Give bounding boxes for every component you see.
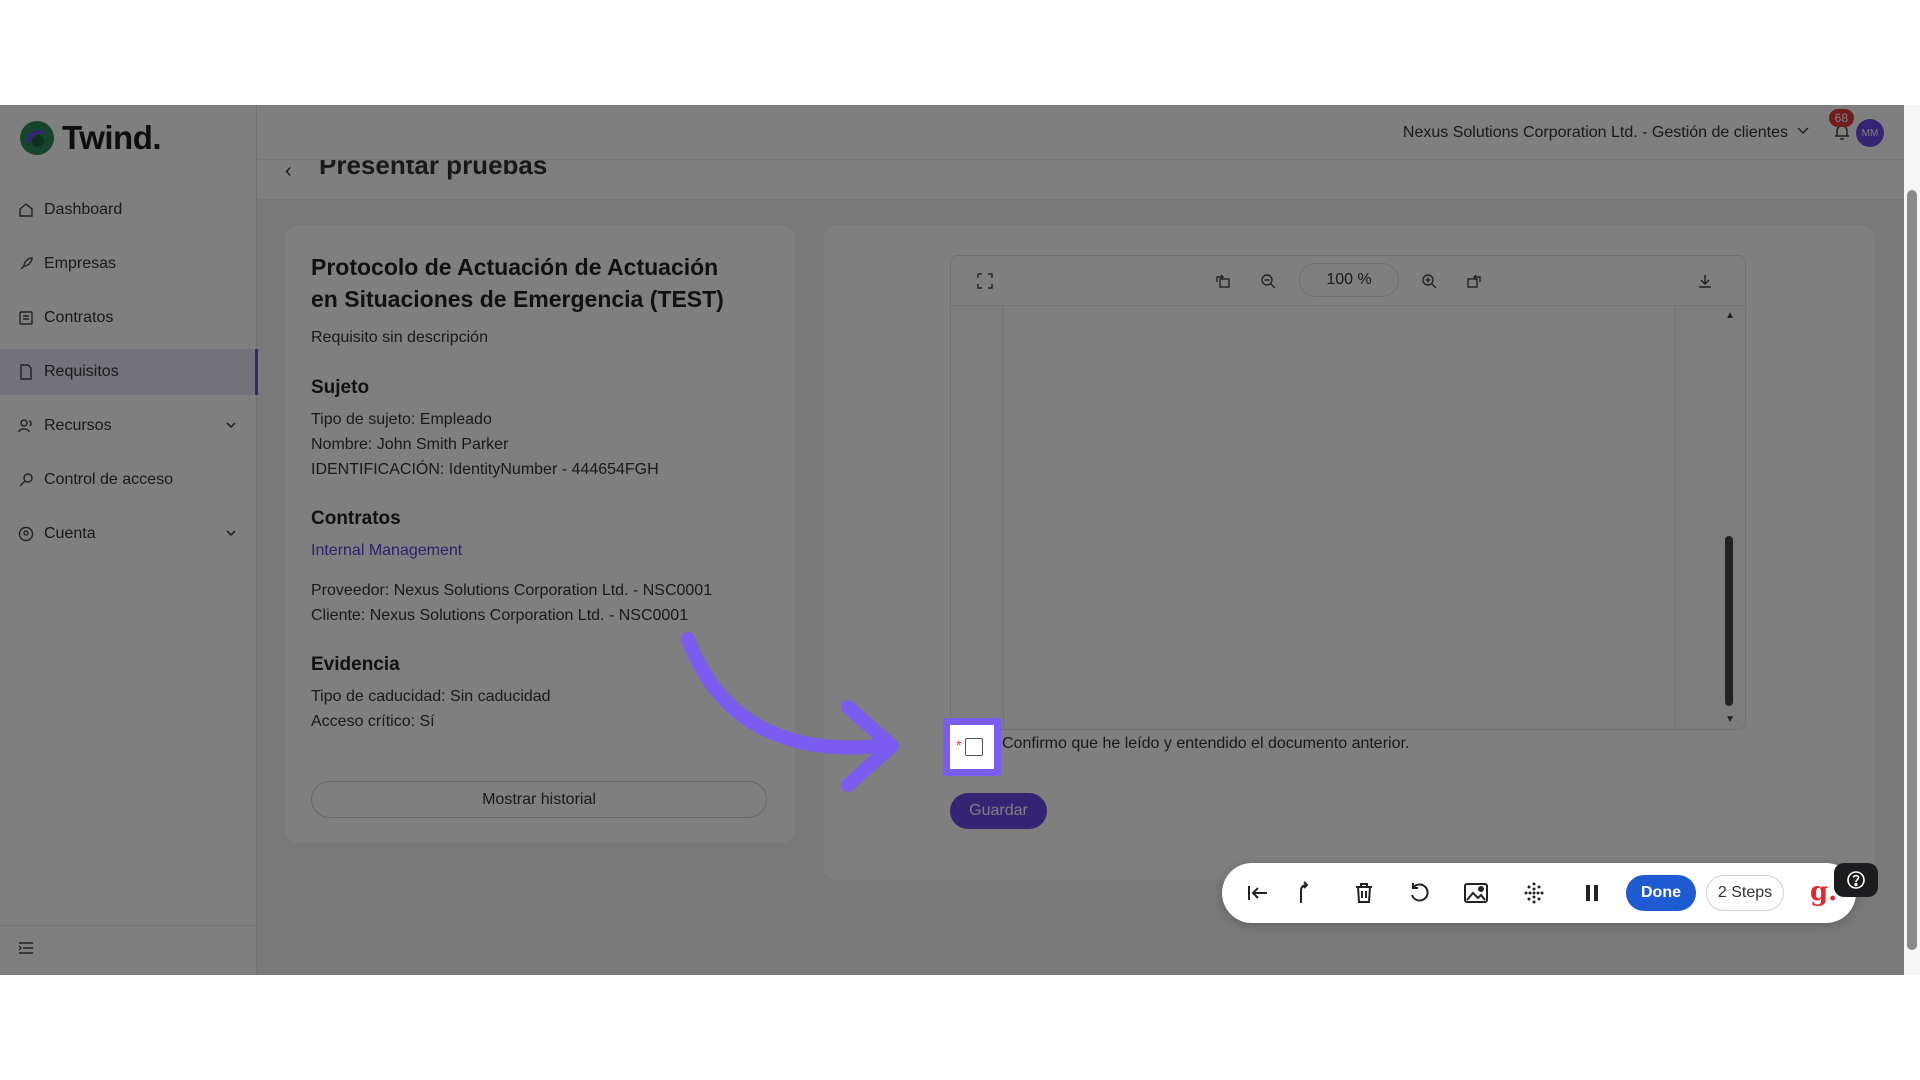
brand-name: Twind.	[62, 119, 162, 156]
undo-icon[interactable]	[1408, 881, 1432, 905]
rocket-icon	[18, 256, 34, 272]
sidebar-item-label: Dashboard	[44, 201, 123, 218]
requirement-title: Protocolo de Actuación de Actuación en S…	[311, 254, 724, 312]
collapse-menu-icon[interactable]	[18, 941, 34, 960]
critical-access: Acceso crítico: Sí	[311, 713, 435, 730]
app-window: Twind. Dashboard Empresas Contratos Requ…	[0, 105, 1920, 975]
sidebar: Twind. Dashboard Empresas Contratos Requ…	[0, 105, 258, 975]
chevron-down-icon	[1796, 123, 1810, 142]
brand-logo[interactable]: Twind.	[18, 119, 162, 157]
notification-badge: 68	[1828, 109, 1854, 127]
zoom-out-icon[interactable]	[1258, 271, 1278, 291]
file-icon	[18, 364, 34, 380]
pause-icon[interactable]	[1580, 881, 1604, 905]
sidebar-nav: Dashboard Empresas Contratos Requisitos	[0, 187, 258, 565]
top-bar: Nexus Solutions Corporation Ltd. - Gesti…	[257, 105, 1920, 160]
page-header: ‹ Presentar pruebas	[257, 160, 1920, 200]
client-line: Cliente: Nexus Solutions Corporation Ltd…	[311, 607, 689, 624]
sidebar-item-contratos[interactable]: Contratos	[0, 295, 257, 341]
sidebar-item-cuenta[interactable]: Cuenta	[0, 511, 257, 557]
pdf-viewer: 100 % ▲ ▼	[950, 255, 1746, 730]
provider-line: Proveedor: Nexus Solutions Corporation L…	[311, 582, 713, 599]
viewer-scrollbar[interactable]	[1725, 536, 1733, 706]
contracts-heading: Contratos	[311, 508, 401, 529]
save-button[interactable]: Guardar	[950, 793, 1047, 829]
zoom-in-icon[interactable]	[1419, 271, 1439, 291]
requirement-description: Requisito sin descripción	[311, 329, 488, 346]
twind-logo-icon	[18, 119, 56, 157]
subject-name: Nombre: John Smith Parker	[311, 436, 509, 453]
subject-type: Tipo de sujeto: Empleado	[311, 411, 492, 428]
org-name: Nexus Solutions Corporation Ltd. - Gesti…	[1402, 123, 1788, 141]
fullscreen-icon[interactable]	[975, 271, 995, 291]
trash-icon[interactable]	[1352, 881, 1376, 905]
document-card: 100 % ▲ ▼	[824, 225, 1874, 880]
avatar[interactable]: MM	[1856, 119, 1884, 147]
rotate-right-icon[interactable]	[1464, 271, 1484, 291]
page-title: Presentar pruebas	[319, 160, 548, 180]
show-history-button[interactable]: Mostrar historial	[311, 781, 767, 818]
confirm-checkbox[interactable]	[965, 738, 983, 756]
expiry-type: Tipo de caducidad: Sin caducidad	[311, 688, 551, 705]
home-icon	[18, 202, 34, 218]
help-icon[interactable]	[1834, 863, 1878, 897]
blur-icon[interactable]	[1522, 881, 1546, 905]
chevron-down-icon	[225, 418, 237, 436]
done-button[interactable]: Done	[1626, 875, 1696, 911]
subject-heading: Sujeto	[311, 377, 370, 398]
scroll-up-icon[interactable]: ▲	[1725, 310, 1735, 321]
image-icon[interactable]	[1464, 881, 1488, 905]
back-arrow-icon[interactable]: ‹	[285, 160, 292, 183]
viewer-toolbar: 100 %	[951, 256, 1745, 306]
sidebar-item-control-de-acceso[interactable]: Control de acceso	[0, 457, 257, 503]
contract-link[interactable]: Internal Management	[311, 542, 769, 560]
window-scrollbar[interactable]	[1904, 105, 1920, 975]
confirm-text: Confirmo que he leído y entendido el doc…	[1002, 735, 1410, 752]
sidebar-item-dashboard[interactable]: Dashboard	[0, 187, 257, 233]
sidebar-item-label: Recursos	[44, 417, 112, 434]
rotate-left-icon[interactable]	[1213, 271, 1233, 291]
window-scrollbar-thumb[interactable]	[1907, 190, 1917, 950]
requirement-card: Protocolo de Actuación de Actuación en S…	[285, 225, 795, 843]
sidebar-item-label: Control de acceso	[44, 471, 173, 488]
key-icon	[18, 472, 34, 488]
sidebar-footer	[0, 925, 257, 975]
step-up-icon[interactable]	[1294, 881, 1318, 905]
recorder-toolbar: Done 2 Steps g.	[1222, 863, 1856, 923]
required-mark: *	[956, 737, 962, 753]
sidebar-item-label: Requisitos	[44, 363, 119, 380]
evidence-heading: Evidencia	[311, 654, 400, 675]
account-icon	[18, 526, 34, 542]
zoom-level[interactable]: 100 %	[1299, 263, 1399, 297]
sidebar-item-label: Contratos	[44, 309, 114, 326]
sidebar-item-recursos[interactable]: Recursos	[0, 403, 257, 449]
users-icon	[18, 418, 34, 434]
document-list-icon	[18, 310, 34, 326]
sidebar-item-label: Empresas	[44, 255, 117, 272]
sidebar-item-empresas[interactable]: Empresas	[0, 241, 257, 287]
steps-count[interactable]: 2 Steps	[1706, 875, 1784, 911]
restart-icon[interactable]	[1246, 881, 1270, 905]
chevron-down-icon	[225, 526, 237, 544]
subject-id: IDENTIFICACIÓN: IdentityNumber - 444654F…	[311, 461, 659, 478]
highlight-frame: *	[943, 718, 1001, 776]
download-icon[interactable]	[1695, 271, 1715, 291]
scroll-down-icon[interactable]: ▼	[1725, 714, 1735, 725]
sidebar-item-requisitos[interactable]: Requisitos	[0, 349, 258, 395]
sidebar-item-label: Cuenta	[44, 525, 96, 542]
pdf-page[interactable]	[1003, 306, 1675, 726]
highlight-inner: *	[950, 725, 994, 769]
org-selector[interactable]: Nexus Solutions Corporation Ltd. - Gesti…	[1403, 123, 1810, 142]
